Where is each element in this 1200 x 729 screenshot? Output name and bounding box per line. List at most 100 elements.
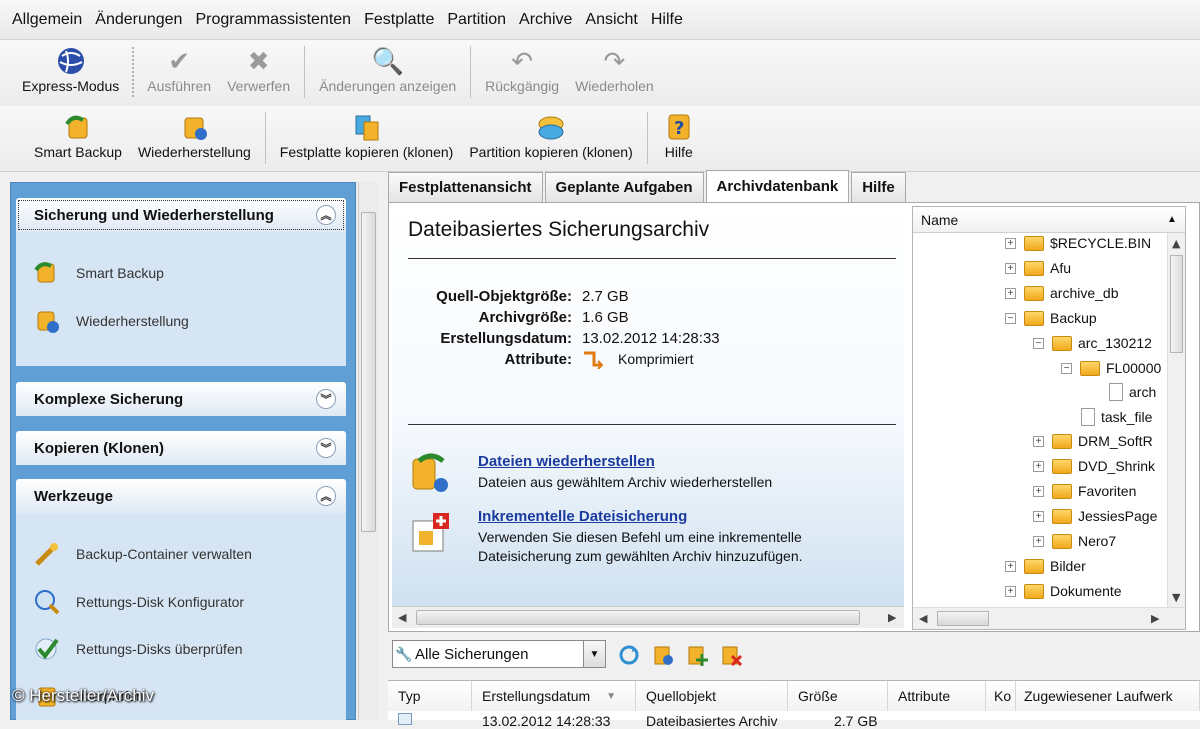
tree-node[interactable]: − Backup [1005,310,1097,326]
tree-node[interactable]: + Nero7 [1033,533,1116,549]
expand-icon[interactable]: + [1033,485,1044,497]
menu-hilfe[interactable]: Hilfe [651,11,683,29]
partition-kopieren-button[interactable]: Partition kopieren (klonen) [461,106,640,160]
aenderungen-anzeigen-button[interactable]: 🔍 Änderungen anzeigen [311,40,464,95]
expand-icon[interactable]: + [1005,585,1016,597]
tree-vscrollbar[interactable]: ▲ ▼ [1167,233,1185,607]
tree-node[interactable]: + Bilder [1005,558,1086,574]
ausfuehren-button[interactable]: ✔ Ausführen [139,40,219,95]
tab-hilfe[interactable]: Hilfe [851,172,906,202]
menu-archive[interactable]: Archive [519,11,572,29]
sidebar-item-backup-container[interactable]: Backup-Container verwalten [30,537,252,571]
express-mode-button[interactable]: Express-Modus [14,40,127,94]
collapse-icon[interactable]: ︽ [316,486,336,506]
expand-icon[interactable]: + [1005,560,1016,572]
menu-programmassistenten[interactable]: Programmassistenten [195,11,351,29]
column-attribute[interactable]: Attribute [888,681,986,711]
expand-icon[interactable]: + [1033,460,1044,472]
tree-node[interactable]: + $RECYCLE.BIN [1005,235,1151,251]
sidebar-item-wiederherstellung[interactable]: Wiederherstellung [30,304,189,338]
menu-ansicht[interactable]: Ansicht [585,11,637,29]
tab-archivdatenbank[interactable]: Archivdatenbank [705,170,850,202]
scroll-right-icon[interactable]: ▶ [1151,612,1159,625]
toolbar-separator [646,112,648,164]
tree-hscrollbar[interactable]: ◀ ▶ [913,607,1185,629]
restore-files-link[interactable]: Dateien wiederherstellen [478,453,655,470]
tree-node[interactable]: + DRM_SoftR [1033,433,1153,449]
details-hscrollbar[interactable]: ◀ ▶ [392,606,904,628]
verwerfen-button[interactable]: ✖ Verwerfen [219,40,298,95]
tab-festplattenansicht[interactable]: Festplattenansicht [388,172,543,202]
sidebar-item-smart-backup[interactable]: Smart Backup [30,256,164,290]
wiederherstellung-button[interactable]: Wiederherstellung [130,106,259,160]
expand-icon[interactable]: + [1033,435,1044,447]
tree-node[interactable]: + Afu [1005,260,1071,276]
column-zugewiesener-laufwerk[interactable]: Zugewiesener Laufwerk [1016,681,1200,711]
menu-aenderungen[interactable]: Änderungen [95,11,182,29]
refresh-button[interactable] [616,642,642,668]
column-erstellungsdatum[interactable]: Erstellungsdatum ▼ [472,681,636,711]
tree-node[interactable]: + JessiesPage [1033,508,1157,524]
tree-node[interactable]: − arc_130212 [1033,335,1152,351]
column-groesse[interactable]: Größe [788,681,888,711]
tree-node[interactable]: + DVD_Shrink [1033,458,1155,474]
backup-filter-select[interactable]: 🔧 Alle Sicherungen ▼ [392,640,606,668]
column-ko[interactable]: Ko [986,681,1016,711]
scroll-down-icon[interactable]: ▼ [1172,591,1180,604]
sidebar-item-rettungs-disk-konfigurator[interactable]: Rettungs-Disk Konfigurator [30,585,244,619]
scrollbar-thumb[interactable] [937,611,989,626]
expand-icon[interactable]: ︾ [316,389,336,409]
hilfe-button[interactable]: ? Hilfe [654,106,704,160]
collapse-icon[interactable]: − [1061,362,1072,374]
sidebar-scrollbar[interactable] [358,182,378,720]
expand-icon[interactable]: ︾ [316,438,336,458]
expand-icon[interactable]: + [1005,287,1016,299]
panel-header-werkzeuge[interactable]: Werkzeuge ︽ [16,479,346,513]
scrollbar-thumb[interactable] [361,212,376,532]
incremental-backup-link[interactable]: Inkrementelle Dateisicherung [478,508,687,525]
collapse-icon[interactable]: − [1033,337,1044,349]
tree-column-header[interactable]: Name ▲ [913,207,1185,233]
collapse-icon[interactable]: ︽ [316,205,336,225]
scroll-right-icon[interactable]: ▶ [888,611,896,624]
expand-icon[interactable]: + [1033,535,1044,547]
panel-header-kopieren[interactable]: Kopieren (Klonen) ︾ [16,431,346,465]
expand-icon[interactable]: + [1033,510,1044,522]
table-row[interactable]: 13.02.2012 14:28:33 Dateibasiertes Archi… [388,713,1200,729]
scroll-up-icon[interactable]: ▲ [1172,237,1180,250]
tab-geplante-aufgaben[interactable]: Geplante Aufgaben [544,172,704,202]
menu-partition[interactable]: Partition [447,11,506,29]
sidebar-item-rettungs-disks-ueberpruefen[interactable]: Rettungs-Disks überprüfen [30,632,243,666]
chevron-down-icon[interactable]: ▼ [583,641,605,667]
expand-icon[interactable]: + [1005,262,1016,274]
expand-icon[interactable]: + [1005,237,1016,249]
tree-node[interactable]: arch [1109,383,1156,401]
tree-node[interactable]: task_file [1081,408,1152,426]
scrollbar-thumb[interactable] [416,610,860,625]
scroll-left-icon[interactable]: ◀ [398,611,406,624]
archive-settings-button[interactable] [650,642,676,668]
festplatte-kopieren-button[interactable]: Festplatte kopieren (klonen) [272,106,462,160]
incremental-backup-icon[interactable] [406,508,456,558]
column-quellobjekt[interactable]: Quellobjekt [636,681,788,711]
cross-icon: ✖ [247,45,270,76]
tree-node[interactable]: − FL00000 [1061,360,1161,376]
wiederholen-button[interactable]: ↷ Wiederholen [567,40,662,95]
panel-header-sicherung[interactable]: Sicherung und Wiederherstellung ︽ [16,198,346,232]
restore-files-icon[interactable] [406,448,456,498]
checkbox[interactable] [398,713,412,725]
delete-archive-button[interactable] [718,642,744,668]
scroll-left-icon[interactable]: ◀ [919,612,927,625]
rueckgaengig-button[interactable]: ↶ Rückgängig [477,40,567,95]
tree-node[interactable]: + Favoriten [1033,483,1136,499]
column-typ[interactable]: Typ [388,681,472,711]
menu-festplatte[interactable]: Festplatte [364,11,434,29]
scrollbar-thumb[interactable] [1170,255,1183,353]
add-archive-button[interactable] [684,642,710,668]
menu-allgemein[interactable]: Allgemein [12,11,82,29]
tree-node[interactable]: + Dokumente [1005,583,1122,599]
collapse-icon[interactable]: − [1005,312,1016,324]
tree-node[interactable]: + archive_db [1005,285,1119,301]
panel-header-komplexe-sicherung[interactable]: Komplexe Sicherung ︾ [16,382,346,416]
smart-backup-button[interactable]: Smart Backup [26,106,130,160]
